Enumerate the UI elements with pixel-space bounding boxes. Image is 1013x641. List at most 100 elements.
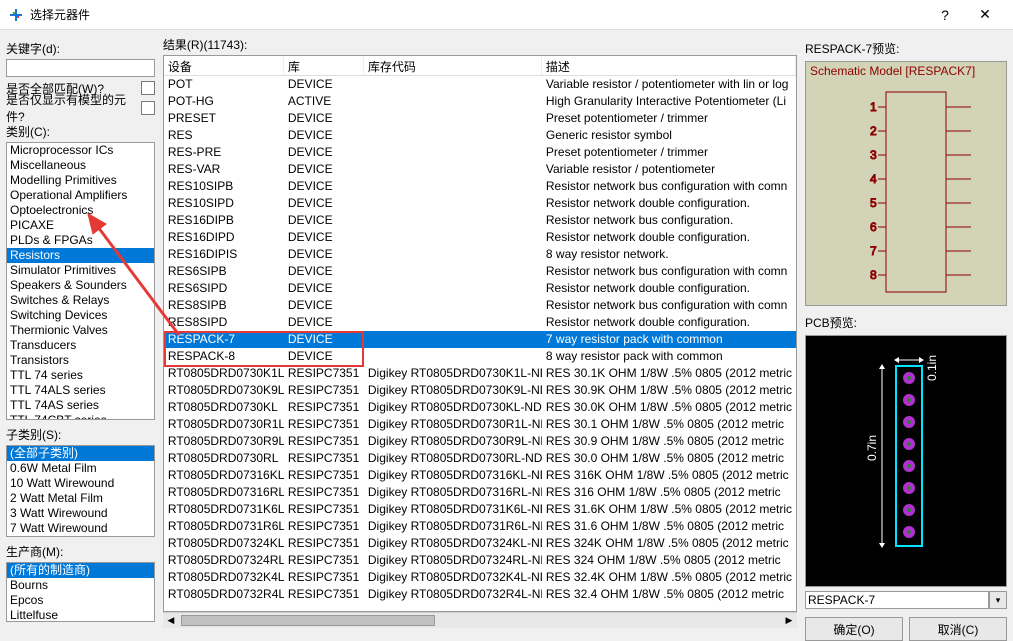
table-row[interactable]: RT0805DRD0732R4LRESIPC7351Digikey RT0805… <box>164 586 796 603</box>
pin-label: 4 <box>870 172 877 186</box>
table-row[interactable]: RT0805DRD0730K1LRESIPC7351Digikey RT0805… <box>164 365 796 382</box>
table-row[interactable]: RT0805DRD07324RLRESIPC7351Digikey RT0805… <box>164 552 796 569</box>
list-item[interactable]: 2 Watt Metal Film <box>7 491 154 506</box>
list-item[interactable]: Microprocessor ICs <box>7 143 154 158</box>
table-row[interactable]: RT0805DRD07316KLRESIPC7351Digikey RT0805… <box>164 467 796 484</box>
table-row[interactable]: RESDEVICEGeneric resistor symbol <box>164 127 796 144</box>
list-item[interactable]: Transducers <box>7 338 154 353</box>
cell-code <box>364 280 542 297</box>
pcb-preview: 0.7in 0.1in <box>805 335 1007 587</box>
cell-library: DEVICE <box>284 280 364 297</box>
list-item[interactable]: Modelling Primitives <box>7 173 154 188</box>
col-device[interactable]: 设备 <box>164 56 284 75</box>
list-item[interactable]: 0.6W Metal Film <box>7 461 154 476</box>
cell-library: DEVICE <box>284 110 364 127</box>
list-item[interactable]: Switching Devices <box>7 308 154 323</box>
cell-device: RT0805DRD0732R4L <box>164 586 284 603</box>
list-item[interactable]: Speakers & Sounders <box>7 278 154 293</box>
list-item[interactable]: TTL 74ALS series <box>7 383 154 398</box>
table-row[interactable]: RT0805DRD07316RLRESIPC7351Digikey RT0805… <box>164 484 796 501</box>
cell-library: DEVICE <box>284 314 364 331</box>
cell-desc: Resistor network double configuration. <box>542 314 796 331</box>
table-row[interactable]: POTDEVICEVariable resistor / potentiomet… <box>164 76 796 93</box>
cell-library: RESIPC7351 <box>284 518 364 535</box>
table-row[interactable]: RES16DIPDDEVICEResistor network double c… <box>164 229 796 246</box>
table-row[interactable]: RES8SIPBDEVICEResistor network bus confi… <box>164 297 796 314</box>
list-item[interactable]: 3 Watt Wirewound <box>7 506 154 521</box>
table-row[interactable]: RES6SIPBDEVICEResistor network bus confi… <box>164 263 796 280</box>
ok-button[interactable]: 确定(O) <box>805 617 903 641</box>
match-checkbox[interactable] <box>141 81 155 95</box>
table-row[interactable]: RES10SIPBDEVICEResistor network bus conf… <box>164 178 796 195</box>
scroll-left-icon[interactable]: ◀ <box>163 613 179 628</box>
list-item[interactable]: Simulator Primitives <box>7 263 154 278</box>
col-stock-code[interactable]: 库存代码 <box>364 56 542 75</box>
table-row[interactable]: RES6SIPDDEVICEResistor network double co… <box>164 280 796 297</box>
list-item[interactable]: Thermionic Valves <box>7 323 154 338</box>
table-row[interactable]: RES-VARDEVICEVariable resistor / potenti… <box>164 161 796 178</box>
list-item[interactable]: TTL 74 series <box>7 368 154 383</box>
table-row[interactable]: RT0805DRD0730K9LRESIPC7351Digikey RT0805… <box>164 382 796 399</box>
scroll-thumb[interactable] <box>181 615 435 626</box>
table-row[interactable]: RES10SIPDDEVICEResistor network double c… <box>164 195 796 212</box>
cancel-button[interactable]: 取消(C) <box>909 617 1007 641</box>
list-item[interactable]: TTL 74AS series <box>7 398 154 413</box>
list-item[interactable]: PICAXE <box>7 218 154 233</box>
col-library[interactable]: 库 <box>284 56 364 75</box>
list-item[interactable]: Switches & Relays <box>7 293 154 308</box>
table-row[interactable]: RES8SIPDDEVICEResistor network double co… <box>164 314 796 331</box>
table-body[interactable]: POTDEVICEVariable resistor / potentiomet… <box>164 76 796 611</box>
scroll-right-icon[interactable]: ▶ <box>781 613 797 628</box>
table-row[interactable]: PRESETDEVICEPreset potentiometer / trimm… <box>164 110 796 127</box>
list-item[interactable]: Littelfuse <box>7 608 154 622</box>
footprint-combo-input[interactable] <box>805 591 989 609</box>
list-item[interactable]: Miscellaneous <box>7 158 154 173</box>
list-item[interactable]: Epcos <box>7 593 154 608</box>
table-row[interactable]: RES-PREDEVICEPreset potentiometer / trim… <box>164 144 796 161</box>
horizontal-scrollbar[interactable]: ◀ ▶ <box>163 612 797 628</box>
subcategory-listbox[interactable]: (全部子类别)0.6W Metal Film10 Watt Wirewound2… <box>6 445 155 537</box>
table-row[interactable]: RES16DIPBDEVICEResistor network bus conf… <box>164 212 796 229</box>
cell-desc: High Granularity Interactive Potentiomet… <box>542 93 796 110</box>
list-item[interactable]: Chip Resistor <box>7 536 154 537</box>
cell-library: DEVICE <box>284 229 364 246</box>
list-item[interactable]: Transistors <box>7 353 154 368</box>
close-button[interactable]: ✕ <box>965 0 1005 30</box>
list-item[interactable]: PLDs & FPGAs <box>7 233 154 248</box>
list-item[interactable]: 7 Watt Wirewound <box>7 521 154 536</box>
table-row[interactable]: RT0805DRD0730R1LRESIPC7351Digikey RT0805… <box>164 416 796 433</box>
list-item[interactable]: Operational Amplifiers <box>7 188 154 203</box>
model-only-checkbox[interactable] <box>141 101 155 115</box>
help-button[interactable]: ? <box>925 0 965 30</box>
manufacturer-label: 生产商(M): <box>6 543 155 560</box>
table-row[interactable]: RT0805DRD07324KLRESIPC7351Digikey RT0805… <box>164 535 796 552</box>
table-row[interactable]: RT0805DRD0732K4LRESIPC7351Digikey RT0805… <box>164 569 796 586</box>
keyword-label: 关键字(d): <box>6 40 155 57</box>
list-item[interactable]: (全部子类别) <box>7 446 154 461</box>
list-item[interactable]: Resistors <box>7 248 154 263</box>
cell-library: DEVICE <box>284 212 364 229</box>
table-row[interactable]: RT0805DRD0730KLRESIPC7351Digikey RT0805D… <box>164 399 796 416</box>
manufacturer-listbox[interactable]: (所有的制造商)BournsEpcosLittelfuse <box>6 562 155 622</box>
category-listbox[interactable]: Microprocessor ICsMiscellaneousModelling… <box>6 142 155 420</box>
table-row[interactable]: POT-HGACTIVEHigh Granularity Interactive… <box>164 93 796 110</box>
footprint-combo[interactable]: ▾ <box>805 591 1007 609</box>
col-description[interactable]: 描述 <box>542 56 796 75</box>
list-item[interactable]: Bourns <box>7 578 154 593</box>
list-item[interactable]: 10 Watt Wirewound <box>7 476 154 491</box>
table-row[interactable]: RT0805DRD0731R6LRESIPC7351Digikey RT0805… <box>164 518 796 535</box>
list-item[interactable]: (所有的制造商) <box>7 563 154 578</box>
chevron-down-icon[interactable]: ▾ <box>989 591 1007 609</box>
cell-device: RT0805DRD0731K6L <box>164 501 284 518</box>
table-row[interactable]: RT0805DRD0731K6LRESIPC7351Digikey RT0805… <box>164 501 796 518</box>
list-item[interactable]: TTL 74CBT series <box>7 413 154 420</box>
keyword-input[interactable] <box>6 59 155 77</box>
table-row[interactable]: RES16DIPISDEVICE8 way resistor network. <box>164 246 796 263</box>
table-row[interactable]: RT0805DRD0730R9LRESIPC7351Digikey RT0805… <box>164 433 796 450</box>
table-row[interactable]: RESPACK-7DEVICE7 way resistor pack with … <box>164 331 796 348</box>
list-item[interactable]: Optoelectronics <box>7 203 154 218</box>
table-row[interactable]: RESPACK-8DEVICE8 way resistor pack with … <box>164 348 796 365</box>
table-row[interactable]: RT0805DRD0730RLRESIPC7351Digikey RT0805D… <box>164 450 796 467</box>
cell-desc: Resistor network bus configuration with … <box>542 178 796 195</box>
schematic-svg: 12345678 <box>806 62 1006 302</box>
